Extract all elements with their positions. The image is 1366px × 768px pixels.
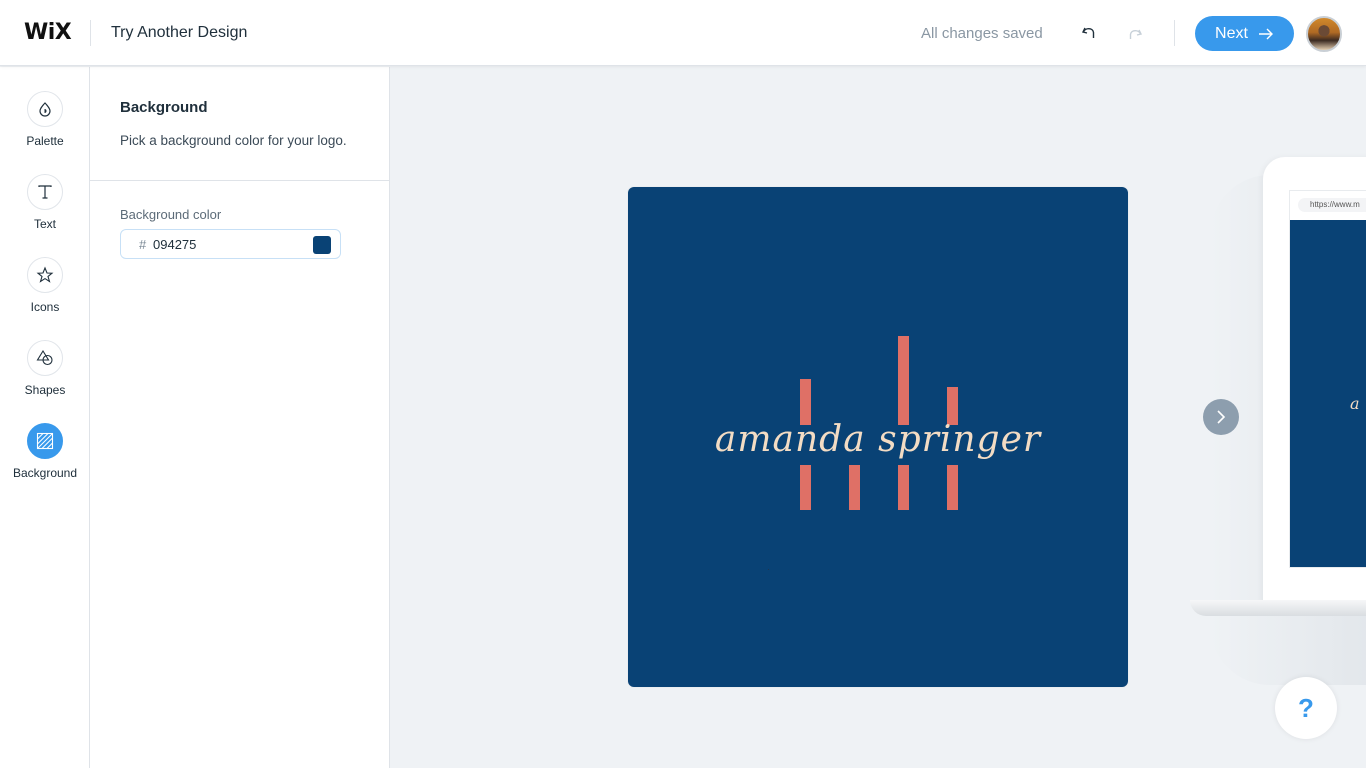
undo-button[interactable] (1078, 22, 1100, 44)
rail-label: Icons (30, 300, 60, 314)
logo-bar (800, 465, 811, 510)
color-swatch[interactable] (313, 236, 331, 254)
logo-bar (849, 465, 860, 510)
text-icon (38, 185, 52, 199)
rail-label: Shapes (24, 383, 66, 397)
top-bar: WiX Try Another Design All changes saved… (0, 0, 1366, 66)
rail-item-icons[interactable]: Icons (0, 257, 90, 314)
help-button[interactable]: ? (1275, 677, 1337, 739)
rail-label: Text (33, 217, 56, 231)
arrow-right-icon (1258, 28, 1273, 39)
redo-button[interactable] (1124, 22, 1146, 44)
background-hatch-icon (36, 432, 54, 450)
chevron-right-icon (1217, 410, 1226, 424)
logo-brand-name: amanda springer (714, 419, 1042, 460)
rail-item-text[interactable]: Text (0, 174, 90, 231)
mockup-url-bar: https://www.m (1298, 198, 1366, 212)
canvas-artifact (768, 569, 769, 570)
hash-prefix: # (139, 237, 147, 252)
mockup-brand-text: a (1350, 394, 1360, 413)
mockup-screen: a (1290, 220, 1366, 567)
left-rail: Palette Text Icons Shapes Background (0, 67, 90, 768)
page-title: Try Another Design (111, 24, 248, 41)
palette-drop-icon (39, 102, 51, 117)
hex-color-input[interactable] (153, 237, 293, 252)
rail-item-shapes[interactable]: Shapes (0, 340, 90, 397)
wix-logo[interactable]: WiX (24, 20, 72, 45)
header-divider (1174, 20, 1175, 46)
user-avatar[interactable] (1306, 16, 1342, 52)
rail-item-background[interactable]: Background (0, 423, 90, 480)
next-mockup-button[interactable] (1203, 399, 1239, 435)
panel-divider (90, 180, 389, 181)
rail-label: Palette (26, 134, 64, 148)
logo-bar (898, 336, 909, 425)
panel-title: Background (120, 99, 208, 116)
shapes-icon (36, 349, 53, 366)
next-button[interactable]: Next (1195, 16, 1294, 51)
next-label: Next (1215, 24, 1248, 42)
laptop-mockup: https://www.m a (1263, 157, 1366, 605)
save-status: All changes saved (921, 25, 1043, 42)
rail-label: Background (12, 466, 78, 480)
logo-bar (898, 465, 909, 510)
logo-preview: amanda springer (628, 187, 1128, 687)
undo-icon (1081, 27, 1095, 38)
rail-item-palette[interactable]: Palette (0, 91, 90, 148)
header-divider (90, 20, 91, 46)
star-icon (36, 266, 54, 283)
mockup-browser: https://www.m a (1289, 190, 1366, 568)
laptop-base (1190, 600, 1366, 616)
background-color-label: Background color (120, 207, 222, 222)
background-color-field[interactable]: # (120, 229, 341, 259)
redo-icon (1129, 29, 1143, 39)
background-panel: Background Pick a background color for y… (90, 67, 390, 768)
panel-description: Pick a background color for your logo. (120, 133, 347, 148)
logo-bar (947, 465, 958, 510)
